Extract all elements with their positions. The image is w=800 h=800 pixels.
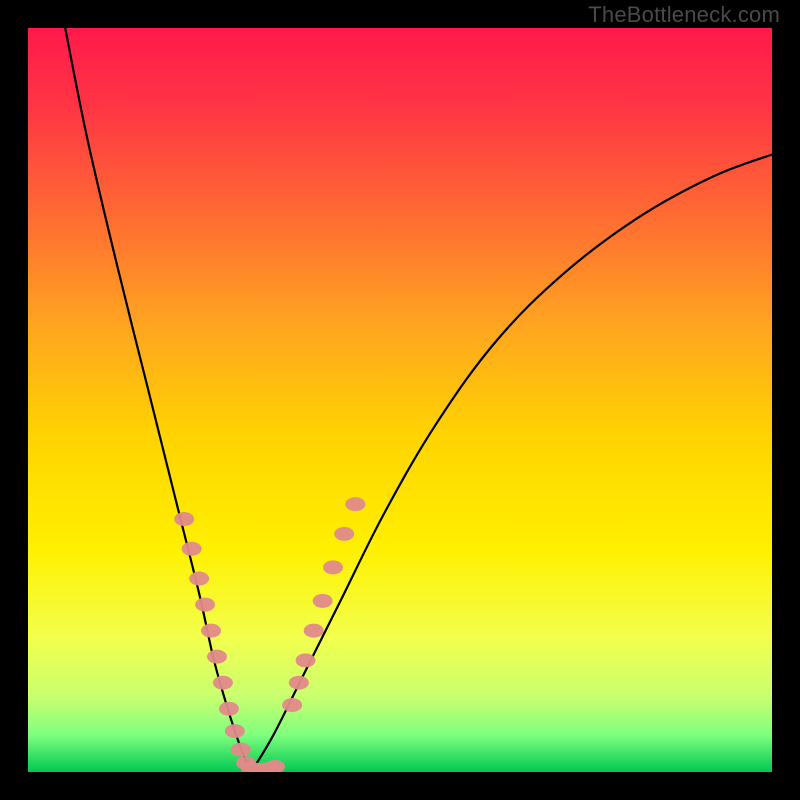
gradient-background bbox=[28, 28, 772, 772]
watermark-text: TheBottleneck.com bbox=[588, 2, 780, 28]
chart-frame: TheBottleneck.com bbox=[0, 0, 800, 800]
chart-svg bbox=[28, 28, 772, 772]
plot-area bbox=[28, 28, 772, 772]
